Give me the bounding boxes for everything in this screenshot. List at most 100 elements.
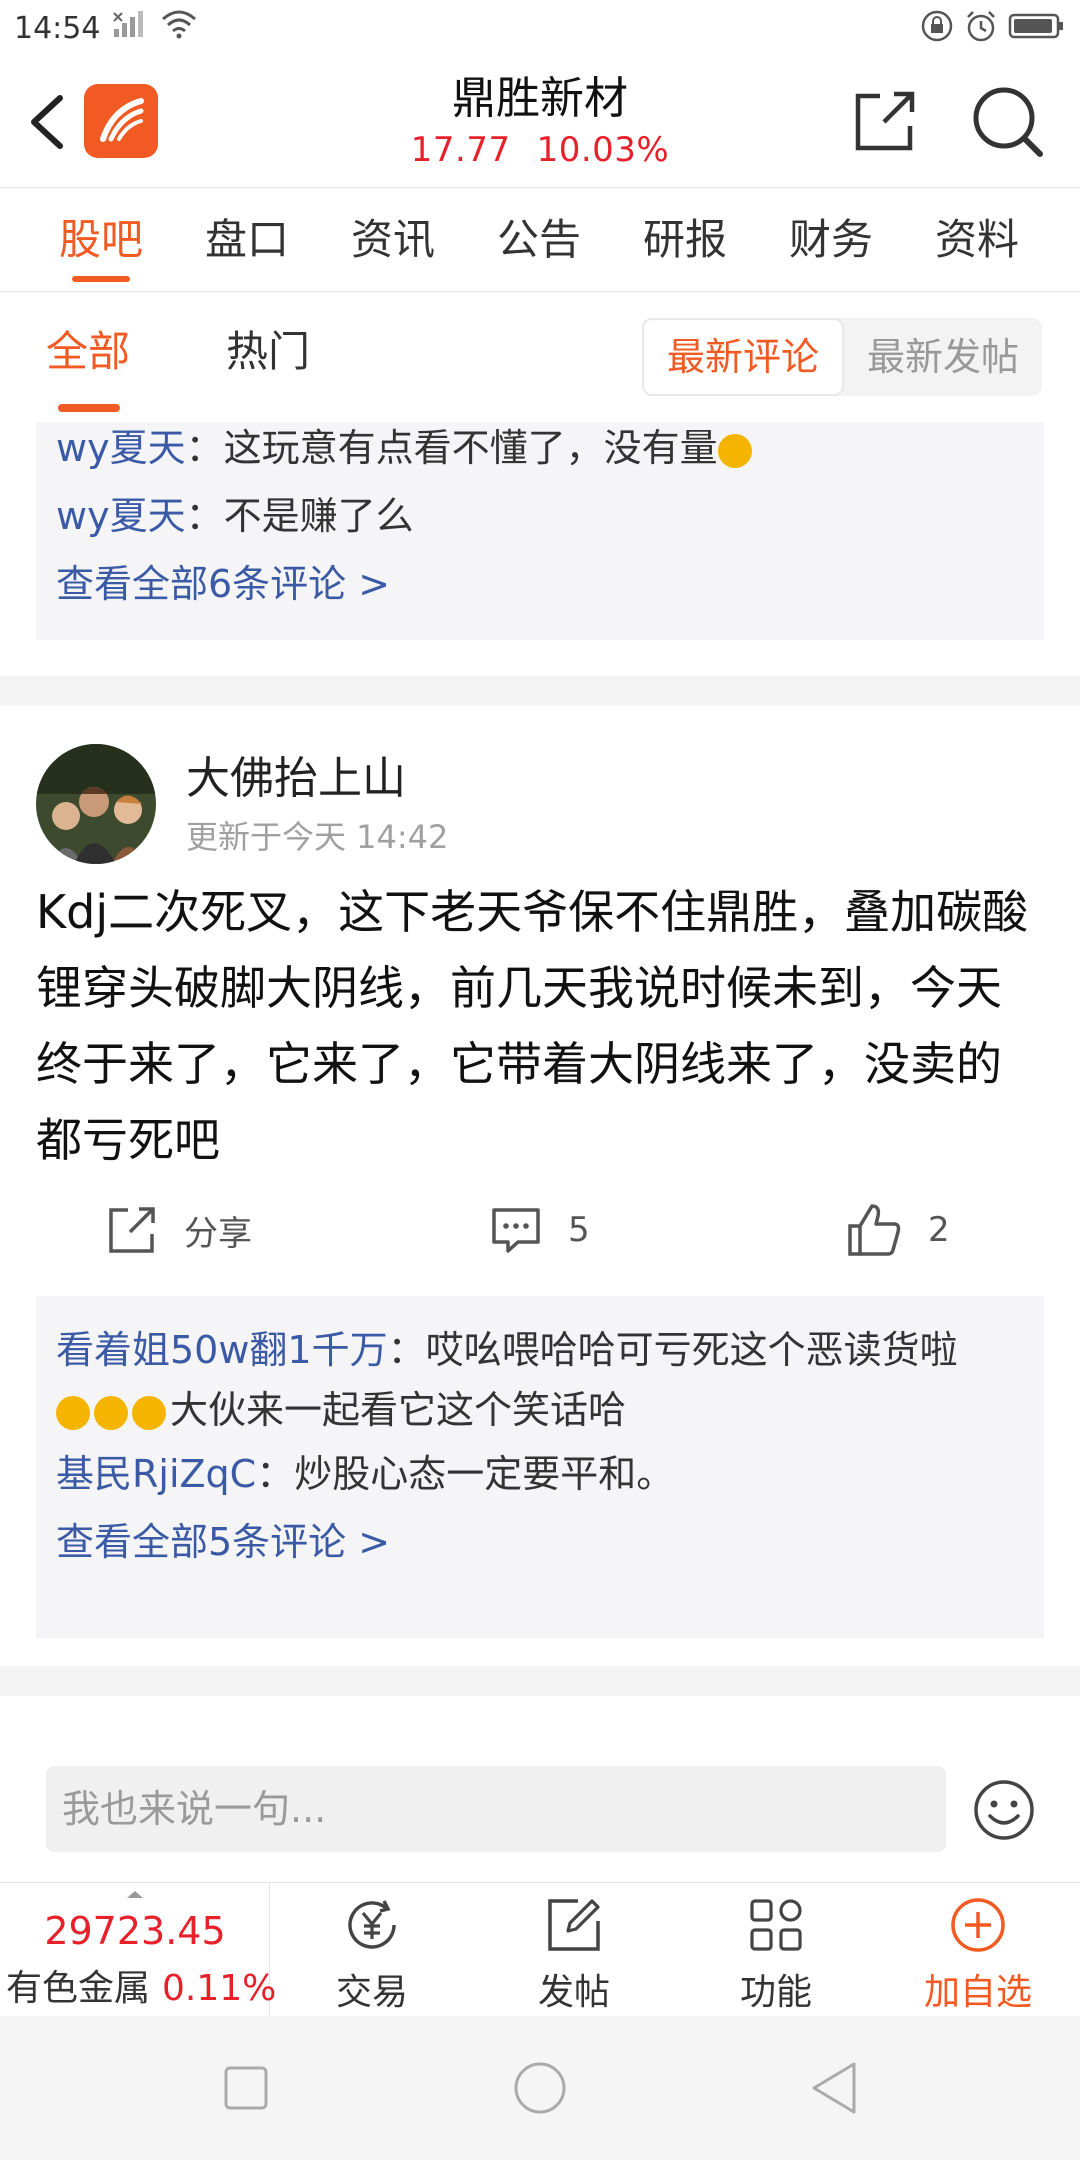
avatar[interactable] — [36, 744, 156, 864]
comment-user[interactable]: 看着姐50w翻1千万 — [56, 1328, 388, 1372]
kiss-emoji-icon — [94, 1395, 128, 1430]
wifi-icon — [160, 9, 198, 47]
sort-latest-post-button[interactable]: 最新发帖 — [844, 318, 1042, 396]
feed-divider — [0, 1666, 1080, 1696]
stock-change-pct: 10.03% — [536, 130, 670, 170]
caret-up-icon — [127, 1891, 143, 1898]
laughing-crying-emoji-icon — [717, 433, 752, 468]
comment-user[interactable]: wy夏天 — [56, 426, 186, 470]
add-watchlist-label: 加自选 — [923, 1972, 1032, 2013]
chevron-left-icon — [31, 95, 63, 149]
yuan-exchange-icon — [348, 1900, 396, 1949]
sub-tabs: 全部 热门 最新评论 最新发帖 — [0, 292, 1080, 422]
comment-text-cont: 大伙来一起看它这个笑话哈 — [170, 1388, 627, 1432]
comment-text: ：炒股心态一定要平和。 — [256, 1452, 675, 1496]
edit-icon — [548, 1899, 600, 1951]
system-nav-bar — [0, 2016, 1080, 2160]
cell-signal-icon — [112, 9, 148, 47]
prev-post-comments: wy夏天：这玩意有点看不懂了，没有量 wy夏天：不是赚了么 查看全部6条评论 > — [36, 422, 1044, 640]
add-circle-icon — [951, 1898, 1005, 1952]
subtab-hot[interactable]: 热门 — [226, 322, 310, 382]
add-watchlist-button[interactable]: 加自选 — [908, 1883, 1048, 2017]
trade-label: 交易 — [335, 1972, 408, 2013]
view-all-comments-link[interactable]: 查看全部6条评论 > — [56, 550, 1024, 618]
stock-title-block: 鼎胜新材 17.77 10.03% — [340, 70, 740, 172]
recent-apps-icon[interactable] — [222, 2064, 272, 2114]
post-time: 更新于今天 14:42 — [186, 818, 449, 856]
kiss-emoji-icon — [132, 1395, 166, 1430]
comment-item: 基民RjiZqC：炒股心态一定要平和。 — [56, 1440, 1024, 1508]
tab-research[interactable]: 研报 — [612, 188, 758, 292]
tab-guba[interactable]: 股吧 — [28, 188, 174, 292]
app-logo-icon — [100, 98, 144, 142]
comment-input[interactable] — [46, 1766, 946, 1852]
post-button[interactable]: 发帖 — [504, 1883, 644, 2017]
back-triangle-icon[interactable] — [808, 2060, 862, 2116]
comment-icon — [492, 1208, 540, 1253]
lock-rotation-icon — [920, 9, 954, 47]
home-icon[interactable] — [512, 2060, 568, 2116]
sector-change-pct: 0.11% — [162, 1968, 277, 2009]
post-label: 发帖 — [537, 1972, 610, 2013]
like-action-button[interactable]: 2 — [846, 1190, 950, 1270]
avatar-photo — [36, 744, 156, 864]
comment-action-button[interactable]: 5 — [490, 1190, 590, 1270]
grid-icon — [750, 1899, 802, 1951]
feed-divider — [0, 676, 1080, 706]
thumbs-up-icon — [848, 1204, 901, 1256]
sector-index[interactable]: 29723.45 有色金属 0.11% — [0, 1883, 276, 2017]
subtab-active-indicator — [58, 404, 120, 412]
tab-pankou[interactable]: 盘口 — [174, 188, 320, 292]
stock-header: 鼎胜新材 17.77 10.03% — [0, 56, 1080, 188]
share-action-button[interactable]: 分享 — [106, 1190, 252, 1270]
status-bar: 14:54 — [0, 0, 1080, 56]
subtab-all[interactable]: 全部 — [46, 322, 130, 382]
comment-user[interactable]: 基民RjiZqC — [56, 1452, 256, 1496]
like-count: 2 — [928, 1210, 950, 1250]
comment-item: wy夏天：不是赚了么 — [56, 482, 1024, 550]
comment-item: 看着姐50w翻1千万：哎吆喂哈哈可亏死这个恶读货啦大伙来一起看它这个笑话哈 — [56, 1320, 1024, 1440]
main-tabs: 股吧 盘口 资讯 公告 研报 财务 资料 — [0, 188, 1080, 292]
app-logo[interactable] — [84, 84, 158, 158]
tab-finance[interactable]: 财务 — [758, 188, 904, 292]
comment-text: ：不是赚了么 — [185, 494, 414, 538]
tab-profile[interactable]: 资料 — [904, 188, 1050, 292]
comment-user[interactable]: wy夏天 — [56, 494, 186, 538]
kiss-emoji-icon — [56, 1395, 90, 1430]
comment-text: ：这玩意有点看不懂了，没有量 — [185, 426, 718, 470]
functions-button[interactable]: 功能 — [706, 1883, 846, 2017]
trade-button[interactable]: 交易 — [302, 1883, 442, 2017]
battery-icon — [1008, 11, 1066, 45]
post-author[interactable]: 大佛抬上山 — [186, 742, 406, 806]
smiley-icon — [974, 1780, 1034, 1840]
share-label: 分享 — [184, 1213, 252, 1254]
status-time: 14:54 — [14, 10, 101, 46]
tab-announcements[interactable]: 公告 — [466, 188, 612, 292]
functions-label: 功能 — [739, 1972, 812, 2013]
view-all-comments-link[interactable]: 查看全部5条评论 > — [56, 1508, 1024, 1576]
emoji-button[interactable] — [972, 1778, 1036, 1842]
comment-text: ：哎吆喂哈哈可亏死这个恶读货啦 — [387, 1328, 958, 1372]
stock-quote: 17.77 10.03% — [340, 128, 740, 172]
sort-latest-comment-button[interactable]: 最新评论 — [642, 318, 844, 396]
search-button[interactable] — [970, 84, 1046, 160]
stock-name: 鼎胜新材 — [452, 73, 628, 124]
sector-index-name: 有色金属 0.11% — [6, 1959, 276, 2011]
sector-index-value: 29723.45 — [44, 1909, 226, 1953]
post-comments: 看着姐50w翻1千万：哎吆喂哈哈可亏死这个恶读货啦大伙来一起看它这个笑话哈 基民… — [36, 1296, 1044, 1638]
post-body[interactable]: Kdj二次死叉，这下老天爷保不住鼎胜，叠加碳酸锂穿头破脚大阴线，前几天我说时候未… — [36, 874, 1046, 1178]
tab-news[interactable]: 资讯 — [320, 188, 466, 292]
post-actions: 分享 5 2 — [0, 1190, 1080, 1270]
alarm-icon — [964, 9, 998, 47]
share-icon — [109, 1207, 155, 1253]
back-button[interactable] — [24, 90, 72, 154]
comment-count: 5 — [568, 1210, 590, 1250]
stock-price: 17.77 — [410, 130, 511, 170]
post-feed: wy夏天：这玩意有点看不懂了，没有量 wy夏天：不是赚了么 查看全部6条评论 >… — [0, 422, 1080, 1882]
share-icon — [855, 91, 915, 151]
search-icon — [973, 87, 1043, 157]
share-button[interactable] — [850, 86, 920, 156]
sector-name: 有色金属 — [6, 1968, 151, 2009]
bottom-toolbar: 29723.45 有色金属 0.11% 交易 发帖 功能 加自选 — [0, 1882, 1080, 2017]
comment-item: wy夏天：这玩意有点看不懂了，没有量 — [56, 422, 1024, 482]
